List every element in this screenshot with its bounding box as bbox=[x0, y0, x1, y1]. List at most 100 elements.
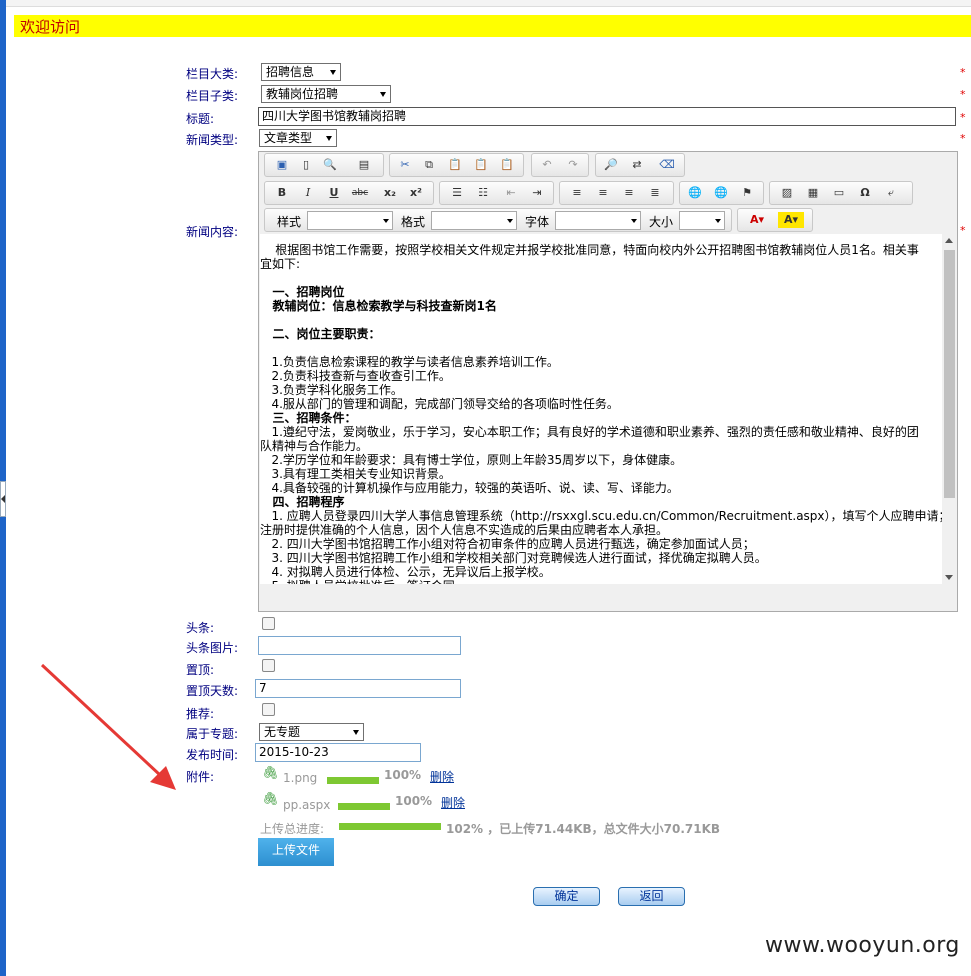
toolbar-group-insert: ▨ ▦ ▭ Ω ⤶ bbox=[769, 181, 913, 205]
upload-total-progress-bar bbox=[339, 823, 441, 830]
back-button[interactable]: 返回 bbox=[618, 887, 685, 906]
paste-icon[interactable]: 📋 bbox=[446, 157, 464, 173]
anchor-flag-icon[interactable]: ⚑ bbox=[738, 185, 756, 201]
size-dropdown[interactable] bbox=[679, 211, 725, 230]
upload-total-label: 上传总进度: bbox=[260, 822, 325, 836]
collapse-handle[interactable] bbox=[0, 481, 6, 517]
editor-scrollbar[interactable] bbox=[942, 234, 957, 584]
italic-icon[interactable]: I bbox=[299, 185, 317, 201]
category-select[interactable]: 招聘信息 bbox=[261, 63, 341, 81]
background-color-icon[interactable]: A▾ bbox=[778, 212, 804, 228]
content-line: 4. 对拟聘人员进行体检、公示，无异议后上报学校。 bbox=[260, 565, 551, 579]
replace-icon[interactable]: ⇄ bbox=[628, 157, 646, 173]
image-icon[interactable]: ▨ bbox=[778, 185, 796, 201]
attachment-label: 附件: bbox=[186, 770, 215, 784]
confirm-button[interactable]: 确定 bbox=[533, 887, 600, 906]
news-type-label: 新闻类型: bbox=[186, 133, 239, 147]
content-line: 4.具备较强的计算机操作与应用能力，较强的英语听、说、读、写、译能力。 bbox=[260, 481, 679, 495]
bold-icon[interactable]: B bbox=[273, 185, 291, 201]
content-line bbox=[260, 341, 942, 355]
pin-checkbox[interactable] bbox=[262, 659, 275, 672]
table-icon[interactable]: ▦ bbox=[804, 185, 822, 201]
headline-label: 头条: bbox=[186, 621, 215, 635]
align-justify-icon[interactable]: ≣ bbox=[646, 185, 664, 201]
pin-days-input[interactable]: 7 bbox=[255, 679, 461, 698]
headline-image-input[interactable] bbox=[258, 636, 461, 655]
content-line: 1.遵纪守法，爱岗敬业，乐于学习，安心本职工作；具有良好的学术道德和职业素养、强… bbox=[260, 425, 919, 439]
strikethrough-icon[interactable]: abc bbox=[351, 185, 369, 201]
content-line: 宜如下: bbox=[260, 257, 301, 271]
unlink-icon[interactable]: 🌐 bbox=[712, 185, 730, 201]
undo-icon[interactable]: ↶ bbox=[538, 157, 556, 173]
subscript-icon[interactable]: x₂ bbox=[381, 185, 399, 201]
font-dropdown[interactable] bbox=[555, 211, 641, 230]
outdent-icon[interactable]: ⇤ bbox=[502, 185, 520, 201]
content-line bbox=[260, 313, 942, 327]
publish-time-input[interactable]: 2015-10-23 bbox=[255, 743, 421, 762]
attachment-progress-track bbox=[327, 777, 379, 784]
template-icon[interactable]: ▤ bbox=[355, 157, 373, 173]
align-center-icon[interactable]: ≡ bbox=[594, 185, 612, 201]
toolbar-group-find: 🔎 ⇄ ⌫ bbox=[595, 153, 685, 177]
superscript-icon[interactable]: x² bbox=[407, 185, 425, 201]
headline-checkbox[interactable] bbox=[262, 617, 275, 630]
chevron-down-icon bbox=[507, 219, 513, 223]
cut-icon[interactable]: ✂ bbox=[396, 157, 414, 173]
align-left-icon[interactable]: ≡ bbox=[568, 185, 586, 201]
horizontal-rule-icon[interactable]: ▭ bbox=[830, 185, 848, 201]
attachment-percent: 100% bbox=[395, 794, 433, 808]
content-line: 三、招聘条件： bbox=[260, 411, 357, 425]
special-char-icon[interactable]: Ω bbox=[856, 185, 874, 201]
title-input[interactable]: 四川大学图书馆教辅岗招聘 bbox=[258, 107, 956, 126]
headline-image-label: 头条图片: bbox=[186, 641, 239, 655]
font-label: 字体 bbox=[525, 215, 550, 229]
top-border bbox=[6, 0, 971, 7]
preview-icon[interactable]: 🔍 bbox=[321, 157, 339, 173]
new-page-icon[interactable]: ▯ bbox=[297, 157, 315, 173]
attachment-delete-link[interactable]: 删除 bbox=[441, 794, 465, 811]
chevron-down-icon bbox=[715, 219, 721, 223]
copy-icon[interactable]: ⧉ bbox=[420, 157, 438, 173]
attachment-clip-icon: 🖇 bbox=[262, 792, 279, 807]
redo-icon[interactable]: ↷ bbox=[564, 157, 582, 173]
find-icon[interactable]: 🔎 bbox=[602, 157, 620, 173]
upload-total-progress-track bbox=[339, 823, 441, 830]
ordered-list-icon[interactable]: ☰ bbox=[448, 185, 466, 201]
paste-word-icon[interactable]: 📋 bbox=[498, 157, 516, 173]
editor-content-area[interactable]: 根据图书馆工作需要，按照学校相关文件规定并报学校批准同意，特面向校内外公开招聘图… bbox=[260, 234, 942, 584]
bullet-list-icon[interactable]: ☷ bbox=[474, 185, 492, 201]
format-label: 格式 bbox=[401, 215, 426, 229]
style-dropdown[interactable] bbox=[307, 211, 393, 230]
topic-select[interactable]: 无专题 bbox=[259, 723, 364, 741]
required-mark: * bbox=[960, 66, 966, 79]
chevron-down-icon bbox=[380, 92, 386, 97]
link-icon[interactable]: 🌐 bbox=[686, 185, 704, 201]
content-line: 二、岗位主要职责： bbox=[260, 327, 381, 341]
content-line: 一、招聘岗位 bbox=[260, 285, 345, 299]
subcategory-select[interactable]: 教辅岗位招聘 bbox=[261, 85, 391, 103]
toolbar-group-history: ↶ ↷ bbox=[531, 153, 589, 177]
style-label: 样式 bbox=[277, 215, 302, 229]
eraser-icon[interactable]: ⌫ bbox=[658, 157, 676, 173]
upload-file-button[interactable]: 上传文件 bbox=[258, 838, 334, 866]
upload-total-summary: 102% ，已上传71.44KB，总文件大小70.71KB bbox=[446, 822, 721, 836]
toolbar-group-document: ▣ ▯ 🔍 ▤ bbox=[264, 153, 384, 177]
save-icon[interactable]: ▣ bbox=[273, 157, 291, 173]
text-color-icon[interactable]: A▾ bbox=[744, 212, 770, 228]
toolbar-group-color: A▾ A▾ bbox=[737, 208, 813, 232]
align-right-icon[interactable]: ≡ bbox=[620, 185, 638, 201]
scrollbar-thumb[interactable] bbox=[944, 250, 955, 498]
format-dropdown[interactable] bbox=[431, 211, 517, 230]
attachment-percent: 100% bbox=[384, 768, 422, 782]
scroll-down-icon[interactable] bbox=[945, 575, 953, 580]
scroll-up-icon[interactable] bbox=[945, 238, 953, 243]
paste-text-icon[interactable]: 📋 bbox=[472, 157, 490, 173]
attachment-delete-link[interactable]: 删除 bbox=[430, 768, 454, 785]
page-break-icon[interactable]: ⤶ bbox=[882, 185, 900, 201]
recommend-checkbox[interactable] bbox=[262, 703, 275, 716]
content-line: 2.学历学位和年龄要求：具有博士学位，原则上年龄35周岁以下，身体健康。 bbox=[260, 453, 683, 467]
news-type-select[interactable]: 文章类型 bbox=[259, 129, 337, 147]
indent-icon[interactable]: ⇥ bbox=[528, 185, 546, 201]
underline-icon[interactable]: U bbox=[325, 185, 343, 201]
content-line: 队精神与合作能力。 bbox=[260, 439, 369, 453]
